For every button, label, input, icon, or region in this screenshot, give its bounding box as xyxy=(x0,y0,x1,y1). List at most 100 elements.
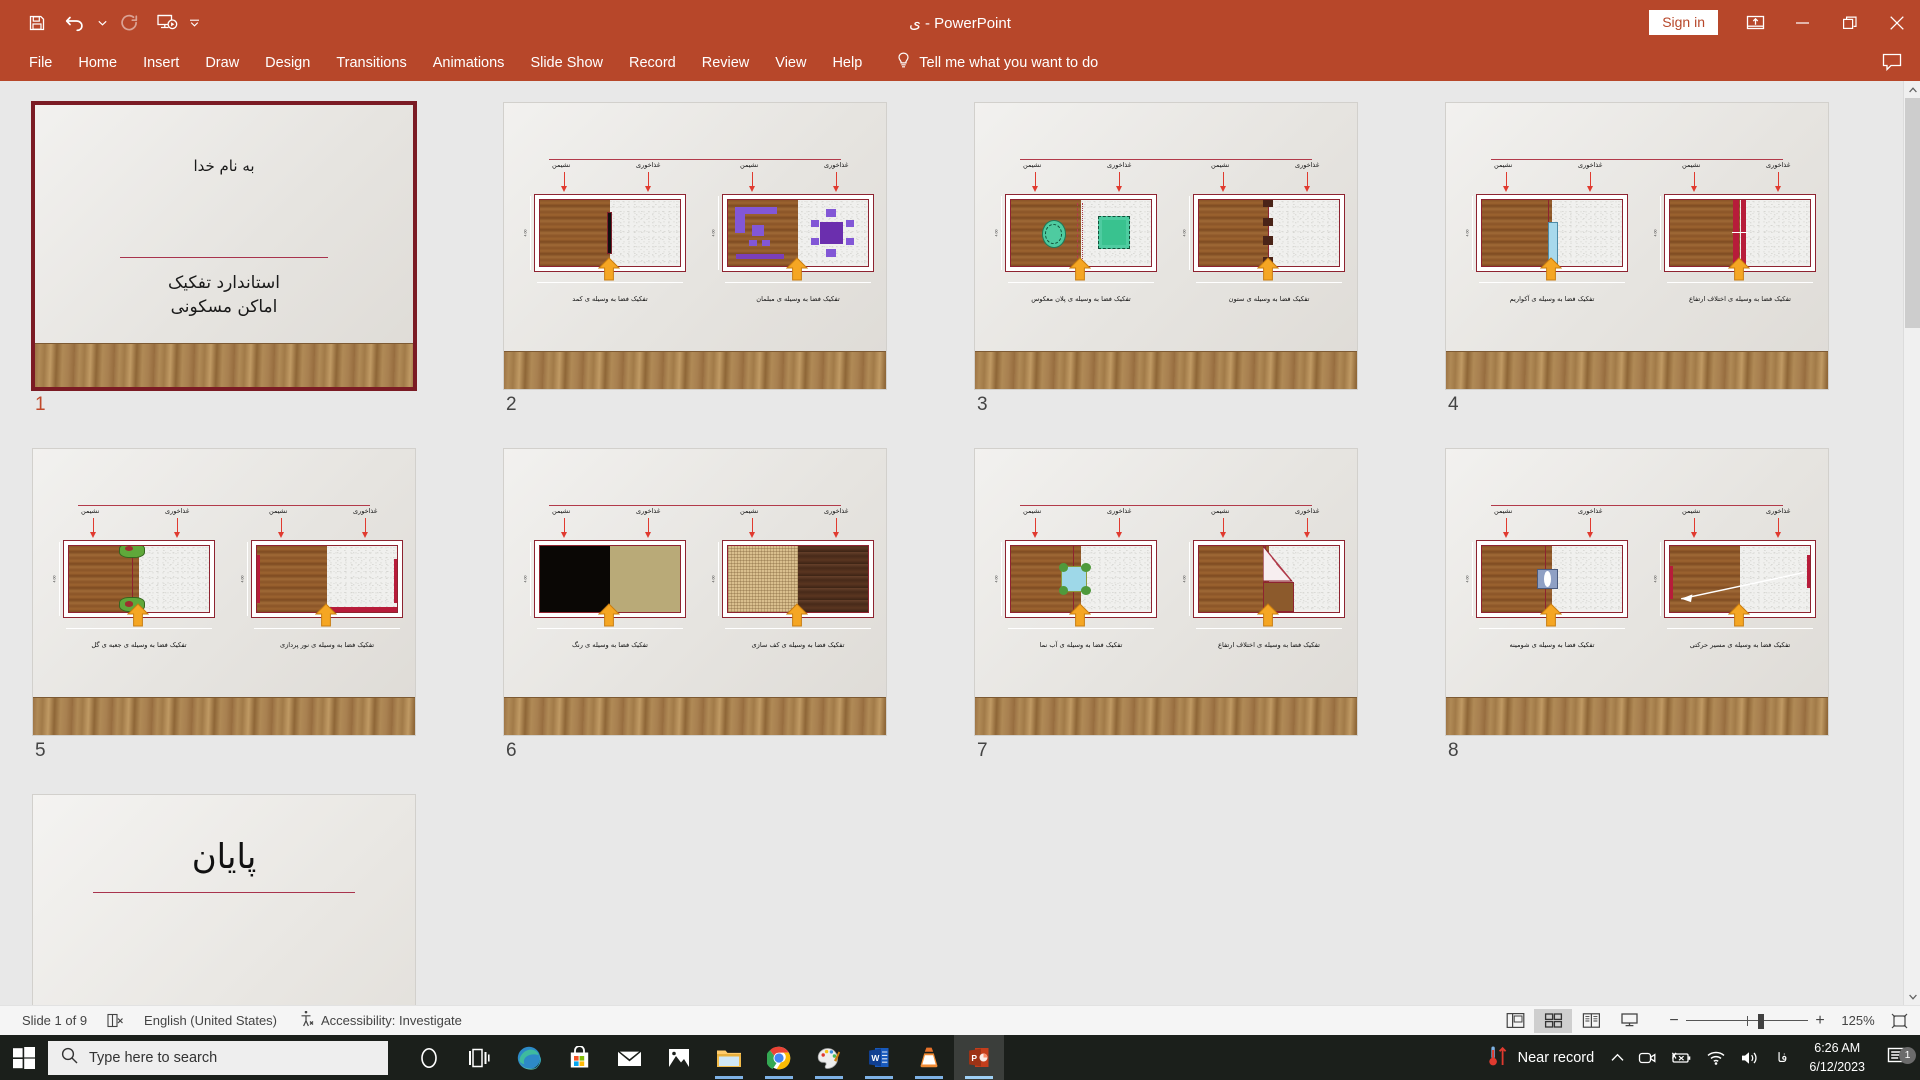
edge-icon[interactable] xyxy=(504,1035,554,1080)
camera-privacy-icon[interactable] xyxy=(1631,1035,1663,1080)
scroll-down-arrow-icon[interactable] xyxy=(1904,988,1920,1005)
redo-icon[interactable] xyxy=(110,6,148,40)
undo-icon[interactable] xyxy=(56,6,94,40)
wifi-icon[interactable] xyxy=(1699,1035,1733,1080)
reading-view-button[interactable] xyxy=(1572,1009,1610,1033)
mail-icon[interactable] xyxy=(604,1035,654,1080)
pointer-arrow-icon xyxy=(174,518,180,538)
zoom-in-button[interactable]: + xyxy=(1808,1009,1832,1033)
slide8-diagram-left: نشیمن غذاخوری 4.00 8.00 xyxy=(1466,507,1641,667)
room-label-dining: غذاخوری xyxy=(1578,161,1603,169)
paint-icon[interactable] xyxy=(804,1035,854,1080)
room-label-dining: غذاخوری xyxy=(1766,507,1791,515)
tab-record[interactable]: Record xyxy=(616,49,689,77)
tab-transitions[interactable]: Transitions xyxy=(323,49,419,77)
slide-thumbnail-5[interactable]: نشیمن غذاخوری 4.00 تفکیک فضا به وسیله ی … xyxy=(32,448,455,762)
slide3-floor-graphic xyxy=(975,351,1357,389)
zoom-level-label[interactable]: 125% xyxy=(1832,1013,1884,1028)
up-arrow-icon xyxy=(1069,257,1091,281)
tab-design[interactable]: Design xyxy=(252,49,323,77)
save-icon[interactable] xyxy=(18,6,56,40)
slide-thumbnail-6[interactable]: نشیمن غذاخوری 4.00 8.00 ت xyxy=(503,448,926,762)
slide-canvas-3: نشیمن غذاخوری 4.00 تفکیک فضا به وسیله ی … xyxy=(974,102,1358,390)
powerpoint-icon[interactable]: P xyxy=(954,1035,1004,1080)
carpet-area xyxy=(1740,200,1810,266)
cortana-icon[interactable] xyxy=(404,1035,454,1080)
task-view-icon[interactable] xyxy=(454,1035,504,1080)
sofa-object xyxy=(735,206,777,214)
tab-home[interactable]: Home xyxy=(65,49,130,77)
volume-icon[interactable] xyxy=(1733,1035,1767,1080)
slide-thumbnail-2[interactable]: نشیمن غذاخوری 4.00 8.00 xyxy=(503,102,926,416)
pointer-arrow-icon xyxy=(1304,172,1310,192)
language-input-indicator[interactable]: فا xyxy=(1767,1050,1797,1066)
pointer-arrow-icon xyxy=(833,518,839,538)
language-indicator[interactable]: English (United States) xyxy=(134,1010,287,1031)
tab-view[interactable]: View xyxy=(762,49,819,77)
slide2-diagram-left: نشیمن غذاخوری 4.00 8.00 xyxy=(524,161,699,321)
tell-me-search[interactable]: Tell me what you want to do xyxy=(897,52,1098,74)
tab-insert[interactable]: Insert xyxy=(130,49,192,77)
tab-help[interactable]: Help xyxy=(819,49,875,77)
tab-animations[interactable]: Animations xyxy=(420,49,518,77)
slide-thumbnail-7[interactable]: نشیمن غذاخوری 4.00 تفکیک فضا به وسیله ی … xyxy=(974,448,1397,762)
show-hidden-icons-chevron-icon[interactable] xyxy=(1604,1035,1631,1080)
room-label-dining: غذاخوری xyxy=(353,507,378,515)
square-rug-inner xyxy=(1102,219,1126,245)
table-object xyxy=(751,225,765,236)
vlc-icon[interactable] xyxy=(904,1035,954,1080)
search-input[interactable]: Type here to search xyxy=(48,1040,388,1075)
customize-quick-access-caret[interactable] xyxy=(186,6,202,40)
room-label-dining: غذاخوری xyxy=(165,507,190,515)
slide-show-button[interactable] xyxy=(1610,1009,1648,1033)
zoom-out-button[interactable]: − xyxy=(1662,1009,1686,1033)
battery-icon[interactable] xyxy=(1663,1035,1699,1080)
taskbar-icons: W P xyxy=(404,1035,1004,1080)
scrollbar-thumb[interactable] xyxy=(1905,98,1920,328)
clock[interactable]: 6:26 AM 6/12/2023 xyxy=(1797,1039,1877,1075)
ribbon-display-options-icon[interactable] xyxy=(1732,0,1779,45)
word-icon[interactable]: W xyxy=(854,1035,904,1080)
slide1-floor-graphic xyxy=(35,343,413,387)
restore-icon[interactable] xyxy=(1826,0,1873,45)
slide-thumbnail-3[interactable]: نشیمن غذاخوری 4.00 تفکیک فضا به وسیله ی … xyxy=(974,102,1397,416)
slide-thumbnail-4[interactable]: نشیمن غذاخوری 4.00 8.00 xyxy=(1445,102,1868,416)
sign-in-button[interactable]: Sign in xyxy=(1649,10,1718,35)
normal-view-button[interactable] xyxy=(1496,1009,1534,1033)
accessibility-status[interactable]: Accessibility: Investigate xyxy=(287,1008,472,1033)
tab-file[interactable]: File xyxy=(16,49,65,77)
tab-review[interactable]: Review xyxy=(689,49,763,77)
file-explorer-icon[interactable] xyxy=(704,1035,754,1080)
photos-icon[interactable] xyxy=(654,1035,704,1080)
fit-to-window-button[interactable] xyxy=(1884,1009,1914,1033)
close-icon[interactable] xyxy=(1873,0,1920,45)
scroll-up-arrow-icon[interactable] xyxy=(1904,81,1920,98)
slide5-top-rule xyxy=(78,505,370,506)
comments-icon[interactable] xyxy=(1882,53,1902,76)
action-center-button[interactable]: 1 xyxy=(1877,1046,1920,1070)
vertical-scrollbar[interactable] xyxy=(1903,81,1920,1005)
slide-counter[interactable]: Slide 1 of 9 xyxy=(12,1010,97,1031)
slide-thumbnail-1[interactable]: به نام خدا استاندارد تفکیک اماکن مسکونی … xyxy=(31,101,455,416)
tab-draw[interactable]: Draw xyxy=(192,49,252,77)
pointer-arrow-icon xyxy=(561,518,567,538)
microsoft-store-icon[interactable] xyxy=(554,1035,604,1080)
undo-dropdown-caret[interactable] xyxy=(94,6,110,40)
zoom-slider-handle[interactable] xyxy=(1758,1013,1764,1029)
slide5-diagram-right: نشیمن غذاخوری 4.00 8.00 xyxy=(241,507,415,667)
pointer-arrow-icon xyxy=(749,172,755,192)
tab-slide-show[interactable]: Slide Show xyxy=(517,49,616,77)
minimize-icon[interactable] xyxy=(1779,0,1826,45)
search-placeholder: Type here to search xyxy=(89,1049,218,1066)
weather-widget[interactable]: Near record xyxy=(1478,1045,1605,1071)
slide-thumbnail-8[interactable]: نشیمن غذاخوری 4.00 8.00 xyxy=(1445,448,1868,762)
spellcheck-icon[interactable] xyxy=(97,1010,134,1031)
light-strip-object xyxy=(257,555,260,603)
zoom-slider[interactable] xyxy=(1686,1009,1808,1033)
slide-sorter-view-button[interactable] xyxy=(1534,1008,1572,1033)
slide6-diagram-left: نشیمن غذاخوری 4.00 8.00 ت xyxy=(524,507,699,667)
chrome-icon[interactable] xyxy=(754,1035,804,1080)
slide-thumbnail-9[interactable]: پایان 9 xyxy=(32,794,455,1005)
start-from-beginning-icon[interactable] xyxy=(148,6,186,40)
start-button[interactable] xyxy=(0,1035,48,1080)
